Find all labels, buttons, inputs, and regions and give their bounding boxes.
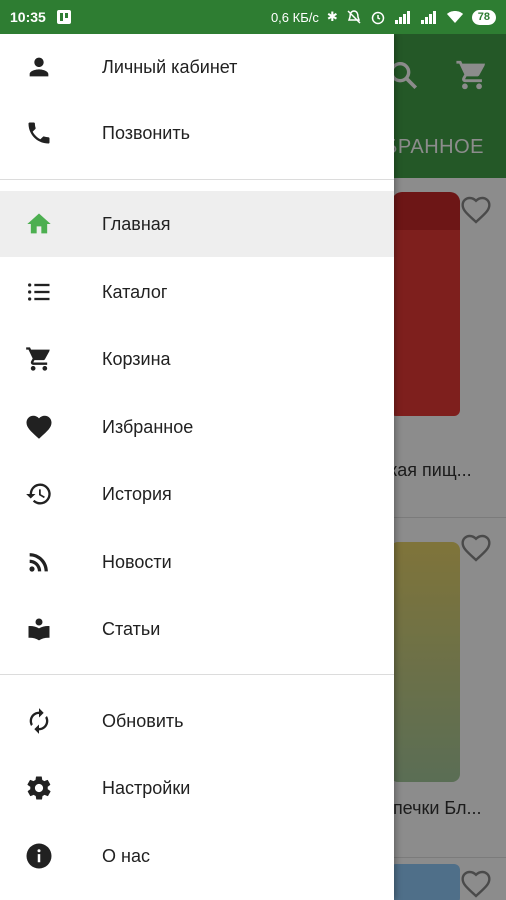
rss-icon [24, 547, 54, 577]
signal-icon [394, 11, 410, 24]
divider [0, 674, 394, 675]
network-speed: 0,6 КБ/с [270, 9, 319, 25]
history-icon [24, 479, 54, 509]
menu-item-label: Главная [102, 213, 171, 234]
menu-item-call[interactable]: Позвонить [0, 100, 394, 166]
menu-item-label: Избранное [102, 416, 194, 437]
menu-item-label: О нас [102, 845, 150, 866]
mute-icon [347, 10, 361, 24]
menu-item-label: Каталог [102, 281, 168, 302]
notification-icon [56, 10, 71, 24]
refresh-icon [24, 706, 54, 736]
bluetooth-icon: ✱ [326, 9, 338, 24]
menu-item-label: Настройки [102, 777, 191, 798]
menu-item-articles[interactable]: Статьи [0, 596, 394, 662]
battery-indicator: 78 [471, 9, 496, 25]
gear-icon [24, 773, 54, 803]
menu-item-cart[interactable]: Корзина [0, 326, 394, 392]
status-time: 10:35 [10, 9, 46, 25]
menu-item-about[interactable]: О нас [0, 823, 394, 889]
menu-item-favorites[interactable]: Избранное [0, 394, 394, 460]
menu-item-catalog[interactable]: Каталог [0, 259, 394, 325]
status-bar: 10:35 0,6 КБ/с ✱ 78 [0, 0, 506, 34]
menu-item-label: Корзина [102, 348, 171, 369]
menu-item-home[interactable]: Главная [0, 191, 394, 257]
wifi-icon [446, 11, 463, 23]
book-icon [24, 614, 54, 644]
list-icon [24, 277, 54, 307]
home-icon [24, 209, 54, 239]
menu-item-label: Личный кабинет [102, 56, 238, 77]
menu-item-news[interactable]: Новости [0, 529, 394, 595]
menu-item-label: Позвонить [102, 122, 190, 143]
person-icon [24, 52, 54, 82]
cart-icon [24, 344, 54, 374]
menu-item-label: Новости [102, 551, 172, 572]
menu-item-label: История [102, 483, 172, 504]
menu-item-label: Статьи [102, 618, 161, 639]
divider [0, 179, 394, 180]
navigation-drawer: Личный кабинет Позвонить Главная Каталог… [0, 34, 394, 900]
menu-item-label: Обновить [102, 710, 184, 731]
menu-item-settings[interactable]: Настройки [0, 755, 394, 821]
phone-icon [24, 118, 54, 148]
menu-item-account[interactable]: Личный кабинет [0, 34, 394, 100]
info-icon [24, 841, 54, 871]
menu-item-refresh[interactable]: Обновить [0, 688, 394, 754]
heart-icon [24, 412, 54, 442]
menu-item-history[interactable]: История [0, 461, 394, 527]
signal-icon-2 [420, 11, 436, 24]
alarm-icon [371, 11, 384, 25]
